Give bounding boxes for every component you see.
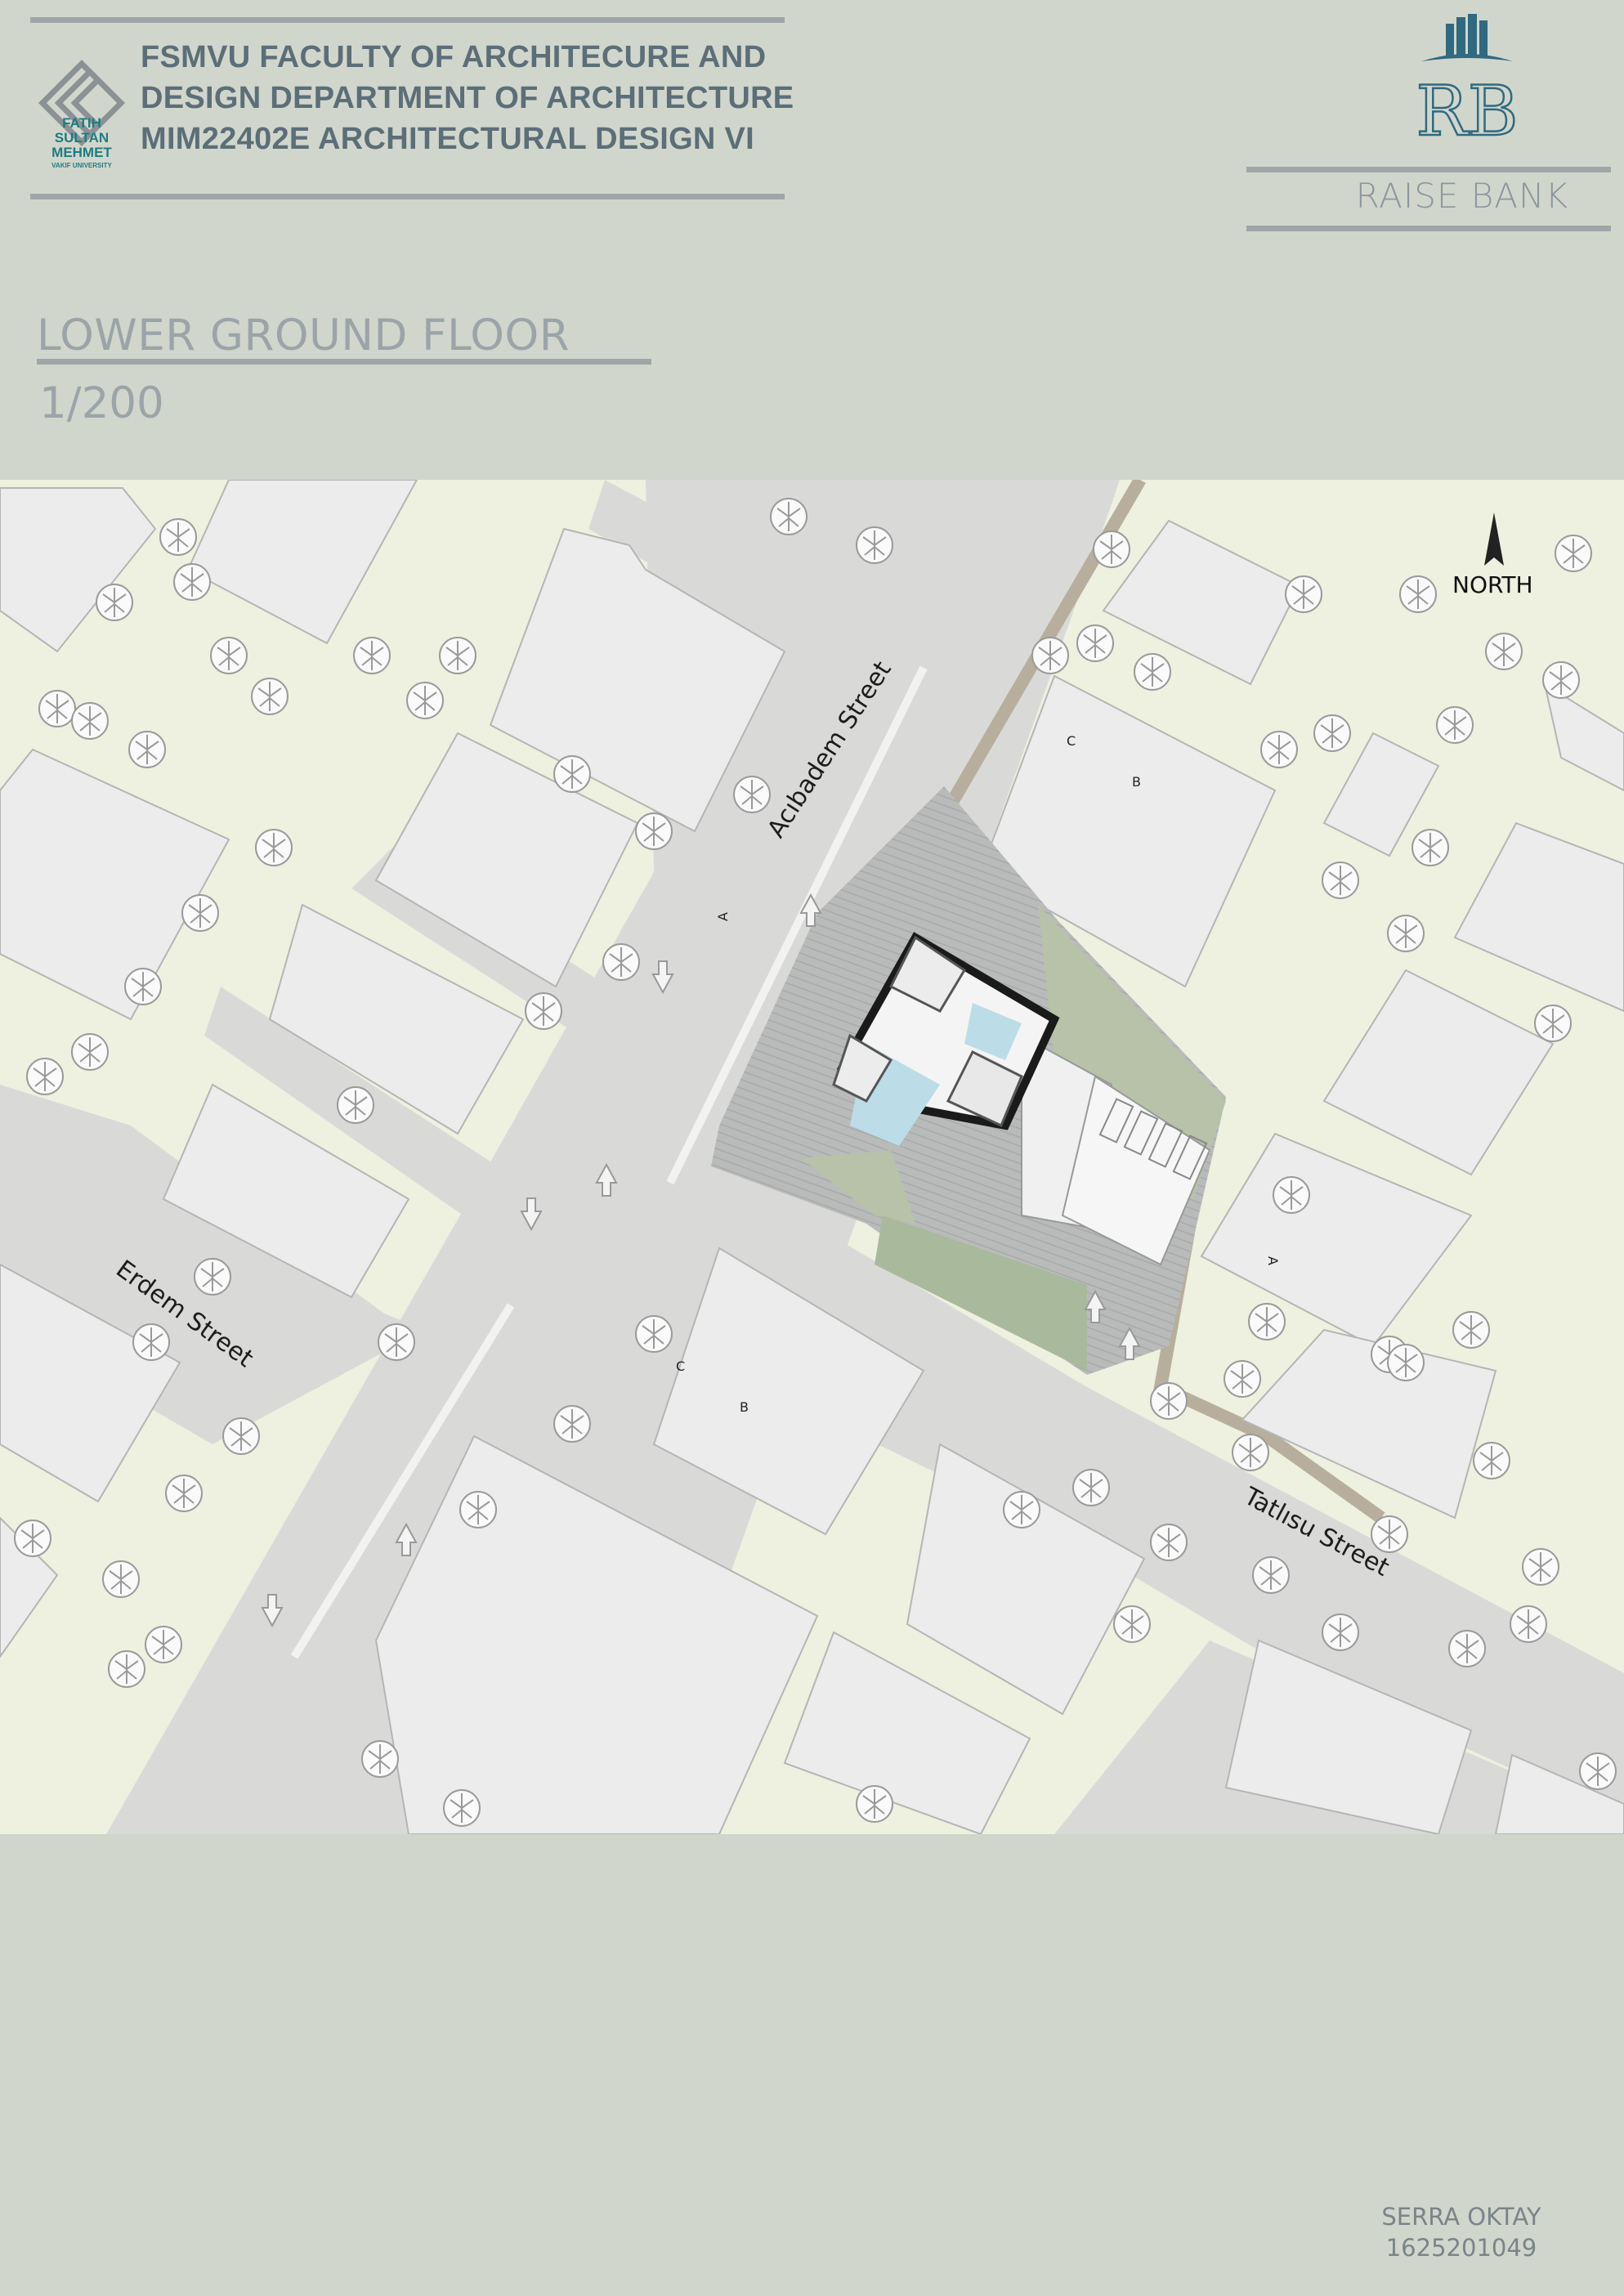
university-logo-text: FATIH SULTAN MEHMET — [31, 116, 132, 160]
faculty-title: FSMVU FACULTY OF ARCHITECURE AND DESIGN … — [141, 37, 860, 159]
site-plan: Acıbadem Street Erdem Street Tatlısu Str… — [0, 480, 1624, 1834]
section-mark-b-top: B — [1132, 774, 1141, 790]
bank-rule-bottom — [1246, 226, 1611, 231]
header-rule-top — [30, 17, 785, 23]
bank-rule-top — [1246, 167, 1611, 172]
drawing-title-rule — [37, 359, 651, 365]
logo-line-1: FATIH — [62, 115, 101, 131]
logo-line-3: MEHMET — [51, 145, 112, 160]
section-mark-a-right: A — [1265, 1256, 1281, 1265]
drawing-scale: 1/200 — [39, 378, 164, 428]
north-label: NORTH — [1452, 571, 1533, 598]
section-mark-b-bottom: B — [740, 1399, 749, 1415]
drawing-title: LOWER GROUND FLOOR — [37, 311, 570, 360]
logo-line-2: SULTAN — [54, 130, 110, 145]
faculty-line-3: MIM22402E ARCHITECTURAL DESIGN VI — [141, 122, 755, 156]
section-mark-c-bottom: C — [676, 1358, 685, 1374]
author-name: SERRA OKTAY — [1381, 2203, 1541, 2231]
faculty-line-1: FSMVU FACULTY OF ARCHITECURE AND — [141, 40, 767, 74]
north-arrow-icon — [1484, 512, 1504, 566]
raise-bank-logo-icon: RB — [1418, 14, 1516, 147]
section-mark-c-top: C — [1067, 733, 1076, 749]
svg-text:RB: RB — [1418, 71, 1516, 147]
header-rule-bottom — [30, 194, 785, 199]
university-logo-subtitle: VAKIF UNIVERSITY — [51, 162, 112, 169]
section-mark-a-left: A — [715, 912, 731, 921]
bank-name: RAISE BANK — [1355, 176, 1568, 216]
site-plan-drawing: Acıbadem Street Erdem Street Tatlısu Str… — [0, 480, 1624, 1834]
author-block: SERRA OKTAY 1625201049 — [1339, 2201, 1584, 2263]
student-id: 1625201049 — [1385, 2234, 1537, 2262]
faculty-line-2: DESIGN DEPARTMENT OF ARCHITECTURE — [141, 81, 794, 115]
